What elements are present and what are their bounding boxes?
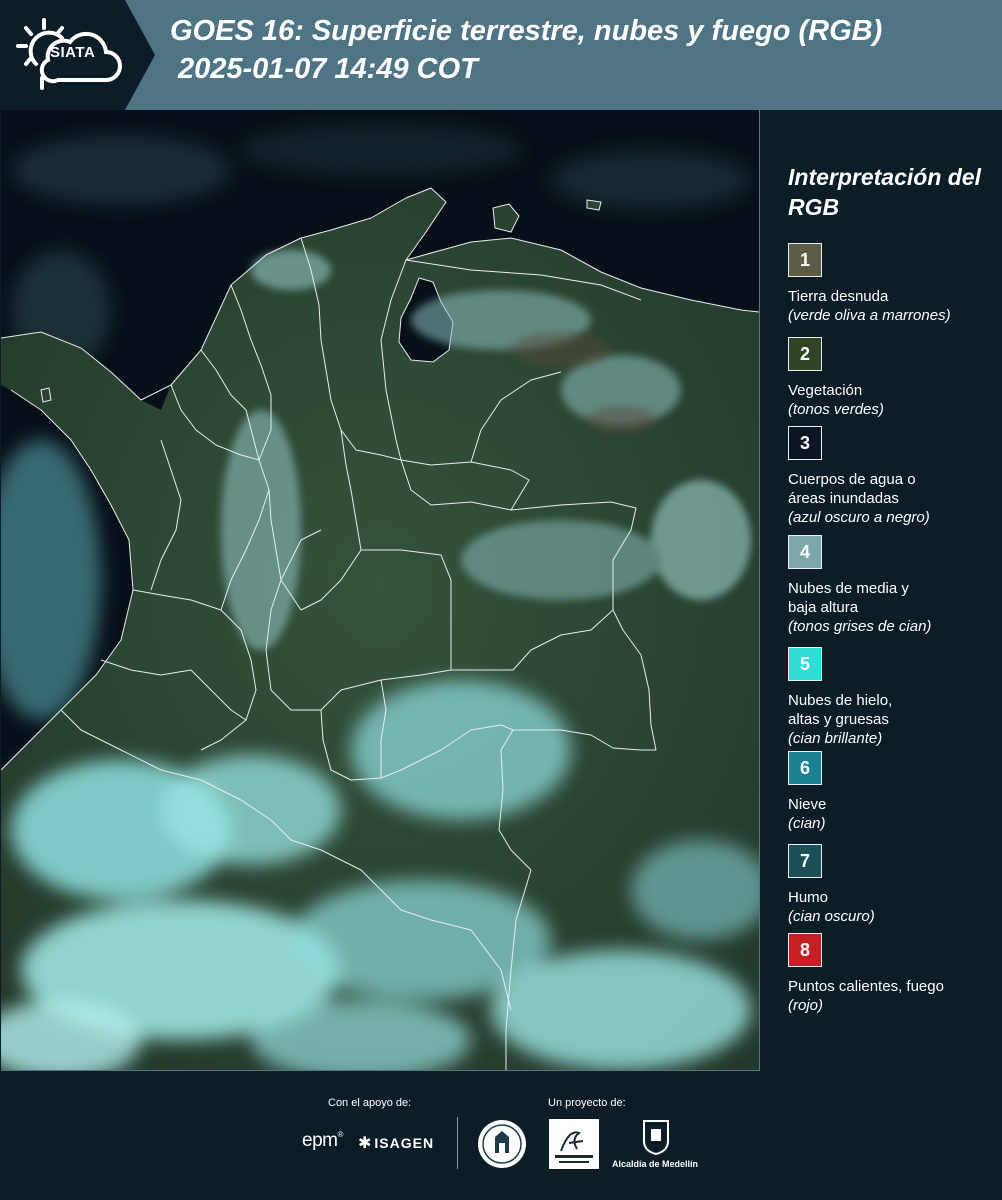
footer-sponsors: Con el apoyo de: Un proyecto de: epm® ✱ I… [0,1071,1002,1200]
epm-logo-text: epm [302,1130,338,1151]
legend-label: Nieve [788,796,827,813]
legend-title: Interpretación del RGB [788,164,981,220]
legend-swatch: 4 [788,535,822,569]
header-bar: SIATA GOES 16: Superficie terrestre, nub… [0,0,1002,110]
legend-item: 4 Nubes de media y baja altura (tonos gris… [788,535,998,636]
legend-description: (verde oliva a marrones) [788,307,951,324]
legend-swatch: 5 [788,647,822,681]
gobernacion-seal-icon [478,1120,526,1168]
legend-swatch: 3 [788,426,822,460]
siata-logo: SIATA [0,0,155,110]
legend-description: (cian brillante) [788,730,883,747]
legend-description: (azul oscuro a negro) [788,509,930,526]
legend-item: 2 Vegetación (tonos verdes) [788,337,998,419]
footer-divider [457,1117,458,1169]
title-timestamp: 2025-01-07 14:49 COT [178,53,478,85]
legend-swatch: 2 [788,337,822,371]
legend-description: (rojo) [788,997,824,1014]
area-metropolitana-icon [555,1131,593,1163]
medellin-label: Alcaldía de Medellín [612,1159,699,1169]
legend-swatch: 7 [788,844,822,878]
legend-item: 7 Humo (cian oscuro) [788,844,998,926]
satellite-map[interactable] [1,110,760,1071]
legend-description: (cian oscuro) [788,908,875,925]
legend-item: 8 Puntos calientes, fuego (rojo) [788,933,998,1015]
legend-label: Nubes de media y baja altura [788,580,909,616]
legend-label: Puntos calientes, fuego [788,978,944,995]
project-label: Un proyecto de: [548,1097,626,1109]
legend-label: Vegetación [788,382,863,399]
legend-label: Nubes de hielo, altas y gruesas [788,692,893,728]
legend-description: (cian) [788,815,826,832]
legend-swatch: 6 [788,751,822,785]
legend-swatch: 8 [788,933,822,967]
area-metropolitana-logo [549,1119,599,1169]
support-label: Con el apoyo de: [328,1097,412,1109]
legend-description: (tonos verdes) [788,401,884,418]
legend-item: 1 Tierra desnuda (verde oliva a marrones) [788,243,998,325]
legend-label: Cuerpos de agua o áreas inundadas [788,471,916,507]
isagen-logo-text: ISAGEN [374,1135,435,1151]
legend-description: (tonos grises de cian) [788,618,932,635]
legend-swatch: 1 [788,243,822,277]
siata-logo-text: SIATA [50,44,96,61]
isagen-mark-icon: ✱ [358,1135,373,1152]
isagen-logo: ✱ ISAGEN [358,1133,434,1153]
legend-item: 3 Cuerpos de agua o áreas inundadas (azul … [788,426,998,527]
medellin-crest-icon [643,1120,669,1155]
epm-logo: epm® [302,1130,343,1151]
title-line-1: GOES 16: Superficie terrestre, nubes y f… [170,15,883,47]
legend-label: Tierra desnuda [788,288,889,305]
legend-label: Humo [788,889,829,906]
legend-panel: Interpretación del RGB 1 Tierra desnuda (v… [762,110,1002,1070]
page-title: GOES 16: Superficie terrestre, nubes y f… [170,12,995,88]
rgb-composite-image [1,110,759,1070]
legend-item: 5 Nubes de hielo, altas y gruesas (cian br… [788,647,998,748]
legend-item: 6 Nieve (cian) [788,751,998,833]
